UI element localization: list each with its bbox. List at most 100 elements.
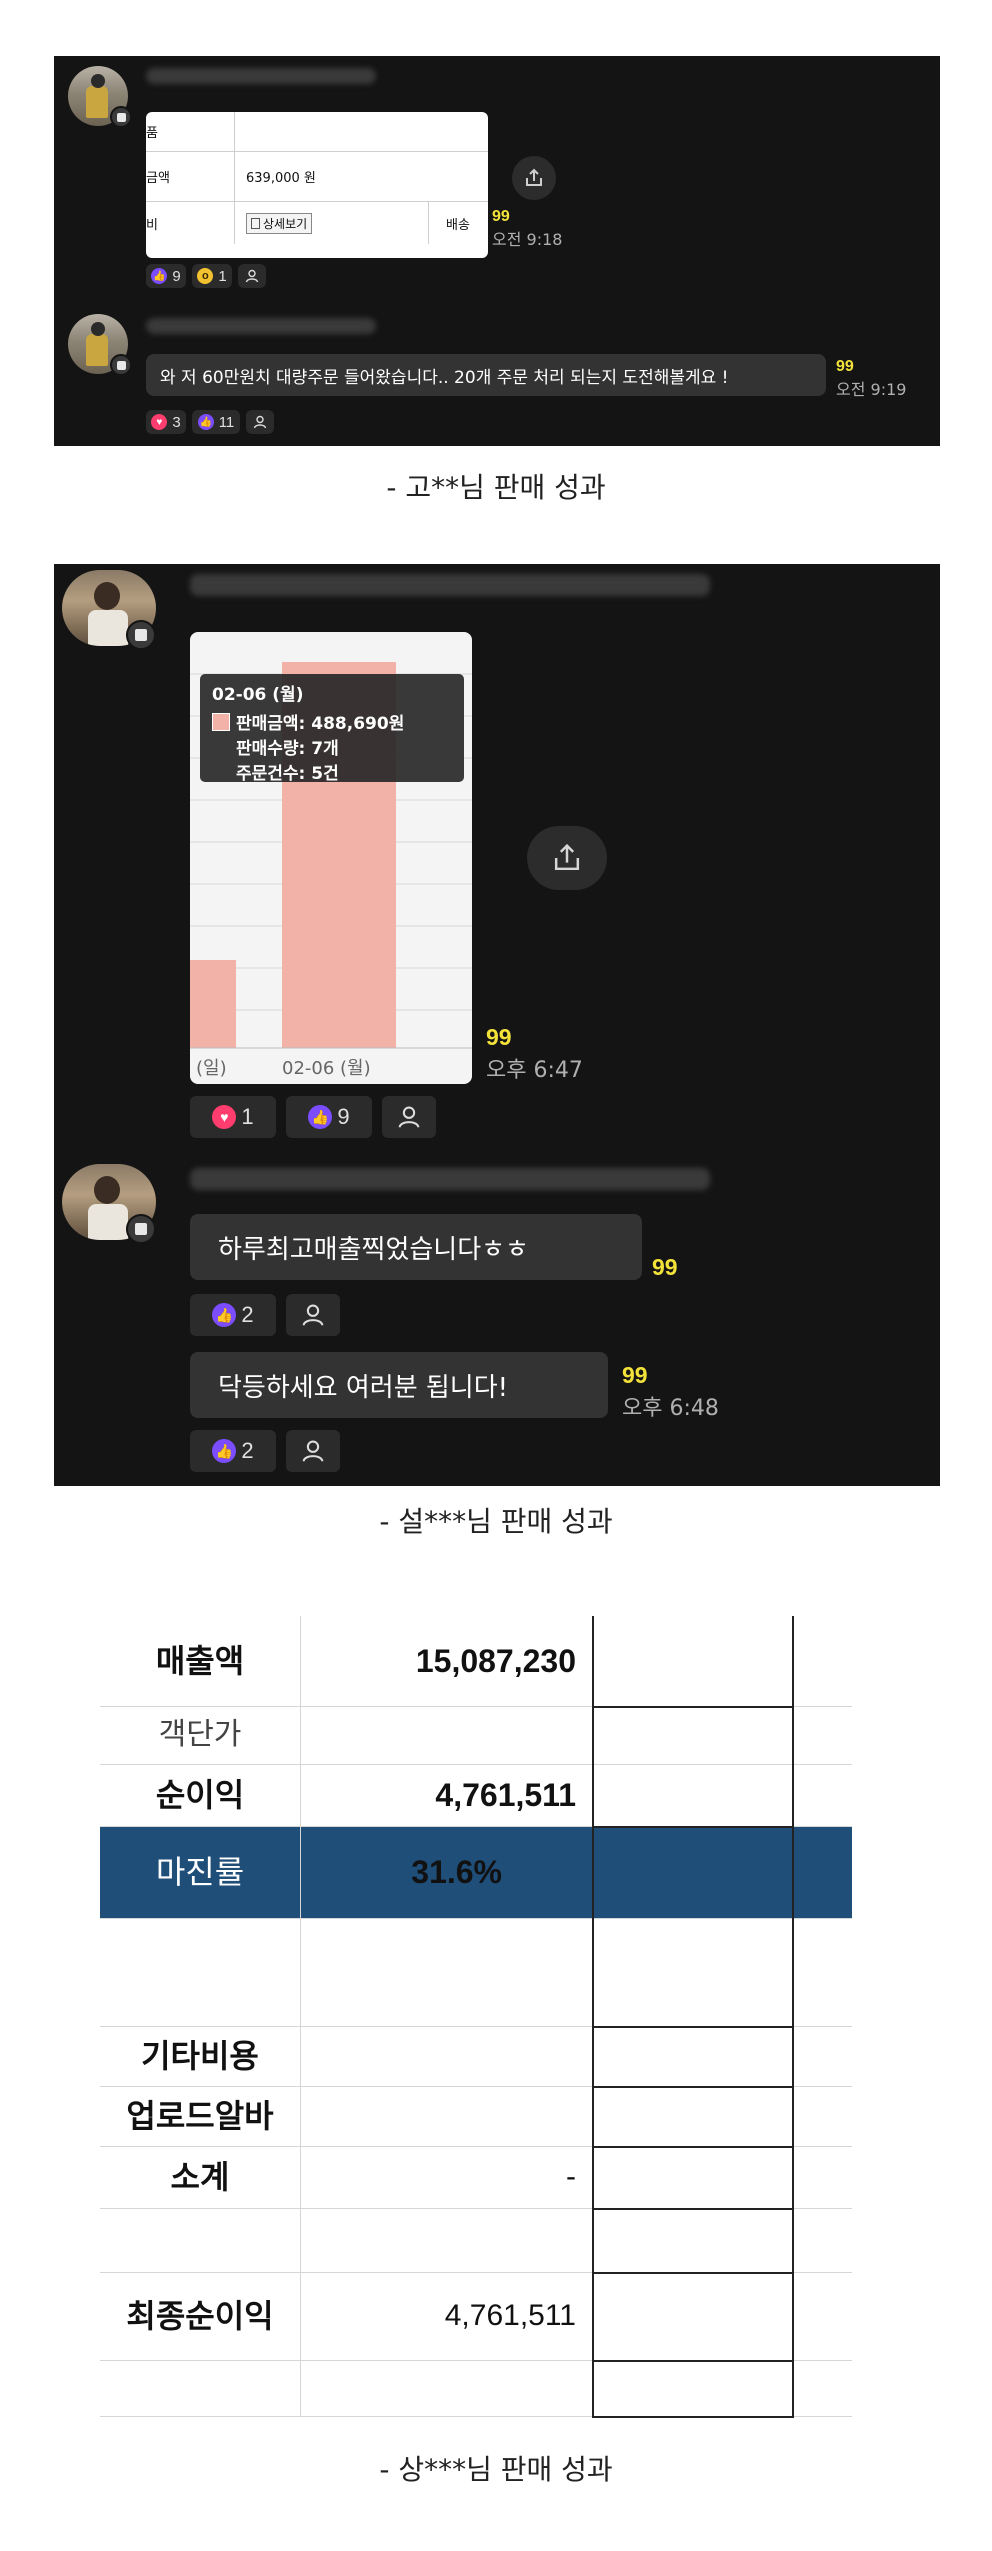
avatar[interactable] (68, 314, 132, 376)
reaction-wow[interactable]: o1 (192, 264, 232, 288)
order-fee-label: 비 (146, 217, 158, 233)
chart-tick-label: (일) (196, 1058, 227, 1079)
row-value: 31.6% (411, 1854, 502, 1890)
grid-line (592, 2086, 794, 2088)
read-count: 99 (652, 1254, 678, 1280)
message-bubble[interactable]: 하루최고매출찍었습니다ㅎㅎ (190, 1214, 642, 1280)
reaction-thumbs-up[interactable]: 👍 2 (190, 1294, 276, 1336)
order-amount-label: 금액 (146, 171, 170, 186)
message-bubble[interactable]: 닥등하세요 여러분 됩니다! (190, 1352, 608, 1418)
row-value (300, 2208, 576, 2272)
row-value: 4,761,511 (435, 1777, 576, 1813)
message-time: 오후 6:47 (486, 1058, 583, 1083)
add-reaction-button[interactable] (246, 410, 274, 434)
add-reaction-button[interactable] (238, 264, 266, 288)
grid-line (592, 2146, 794, 2148)
thumbs-up-icon: 👍 (308, 1105, 333, 1129)
read-count: 99 (622, 1362, 648, 1388)
chart-tooltip: 02-06 (월) 판매금액: 488,690원 판매수량: 7개 주문건수: … (200, 674, 464, 784)
caption: - 설***님 판매 성과 (379, 1505, 613, 1538)
row-value: 4,761,511 (444, 2299, 576, 2332)
shipping-label: 배송 (446, 217, 470, 233)
grid-line (592, 2272, 794, 2274)
blurred-username (190, 1168, 710, 1190)
chart-bar (190, 960, 236, 1048)
detail-view-button[interactable]: 상세보기 (246, 212, 313, 234)
row-value (300, 2086, 576, 2146)
message-time: 오전 9:18 (492, 230, 563, 249)
profile-badge-icon (110, 354, 132, 376)
grid-line (592, 1616, 594, 2416)
share-button[interactable] (512, 156, 556, 200)
thumbs-up-icon: 👍 (212, 1303, 237, 1327)
tooltip-date: 02-06 (월) (212, 685, 304, 705)
row-label: 마진률 (155, 1853, 245, 1891)
row-label: 최종순이익 (126, 2297, 274, 2335)
person-icon (302, 1440, 324, 1462)
grid-line (592, 1826, 794, 1828)
row-value (300, 1918, 576, 2026)
blurred-username (190, 574, 710, 596)
row-value (300, 2026, 576, 2086)
person-icon (398, 1106, 420, 1128)
row-value (300, 1706, 576, 1764)
row-value: - (566, 2160, 576, 2193)
row-label: 순이익 (155, 1776, 245, 1814)
chat-panel-1: 품 금액 639,000 원 비 상세보기 배송 99 오전 9:18 👍 9 o… (54, 56, 940, 446)
caption: - 상***님 판매 성과 (379, 2453, 613, 2486)
row-label (100, 1918, 300, 2026)
blurred-username (146, 318, 376, 334)
share-icon (526, 168, 542, 186)
profit-spreadsheet: 매출액 15,087,230 객단가순이익 4,761,511 마진률 31.6% 기타비용… (100, 1616, 852, 2418)
caption: - 고**님 판매 성과 (386, 471, 606, 504)
wow-emoji-icon: o (197, 268, 214, 284)
document-icon (251, 217, 260, 229)
row-label: 소계 (170, 2158, 230, 2196)
thumbs-up-icon: 👍 (151, 268, 168, 284)
avatar[interactable] (62, 570, 156, 650)
heart-icon: ♥ (212, 1105, 237, 1129)
reaction-heart[interactable]: ♥ 1 (190, 1096, 276, 1138)
share-button[interactable] (527, 826, 607, 890)
reaction-thumbs-up[interactable]: 👍 11 (192, 410, 240, 434)
message-bubble[interactable]: 와 저 60만원치 대량주문 들어왔습니다.. 20개 주문 처리 되는지 도전… (146, 354, 826, 396)
read-count: 99 (836, 358, 854, 375)
grid-line (592, 2416, 794, 2418)
add-reaction-button[interactable] (382, 1096, 436, 1138)
reaction-heart[interactable]: ♥ 3 (146, 410, 186, 434)
row-value: 15,087,230 (415, 1643, 576, 1679)
legend-swatch (212, 712, 230, 731)
order-amount-value: 639,000 원 (246, 171, 316, 186)
grid-line (592, 2208, 794, 2210)
add-reaction-button[interactable] (286, 1294, 340, 1336)
sales-chart-card[interactable]: (일) 02-06 (월) 02-06 (월) 판매금액: 488,690원 판매… (190, 632, 472, 1084)
order-field-label: 품 (146, 126, 158, 141)
row-label: 업로드알바 (126, 2097, 274, 2135)
share-icon (554, 843, 580, 871)
grid-line (592, 1706, 794, 1708)
row-label: 객단가 (158, 1717, 242, 1752)
row-label: 기타비용 (141, 2037, 259, 2075)
message-time: 오후 6:48 (622, 1396, 719, 1421)
row-label: 매출액 (155, 1642, 245, 1680)
avatar[interactable] (62, 1164, 156, 1244)
read-count: 99 (486, 1024, 512, 1050)
reaction-thumbs-up[interactable]: 👍 2 (190, 1430, 276, 1472)
reaction-thumbs-up[interactable]: 👍 9 (146, 264, 186, 288)
reaction-thumbs-up[interactable]: 👍 9 (286, 1096, 372, 1138)
person-icon (253, 415, 267, 429)
grid-line (792, 1616, 794, 2416)
profile-badge-icon (126, 1214, 156, 1244)
person-icon (302, 1304, 324, 1326)
person-icon (245, 269, 259, 283)
avatar[interactable] (68, 66, 132, 128)
message-time: 오전 9:19 (836, 380, 907, 399)
add-reaction-button[interactable] (286, 1430, 340, 1472)
heart-icon: ♥ (151, 414, 168, 430)
row-label (100, 2208, 300, 2272)
grid-line (592, 2026, 794, 2028)
order-card[interactable]: 품 금액 639,000 원 비 상세보기 배송 (146, 112, 488, 258)
tooltip-line: 판매금액: 488,690원 (236, 714, 405, 734)
profile-badge-icon (110, 106, 132, 128)
tooltip-line: 판매수량: 7개 (236, 739, 339, 759)
